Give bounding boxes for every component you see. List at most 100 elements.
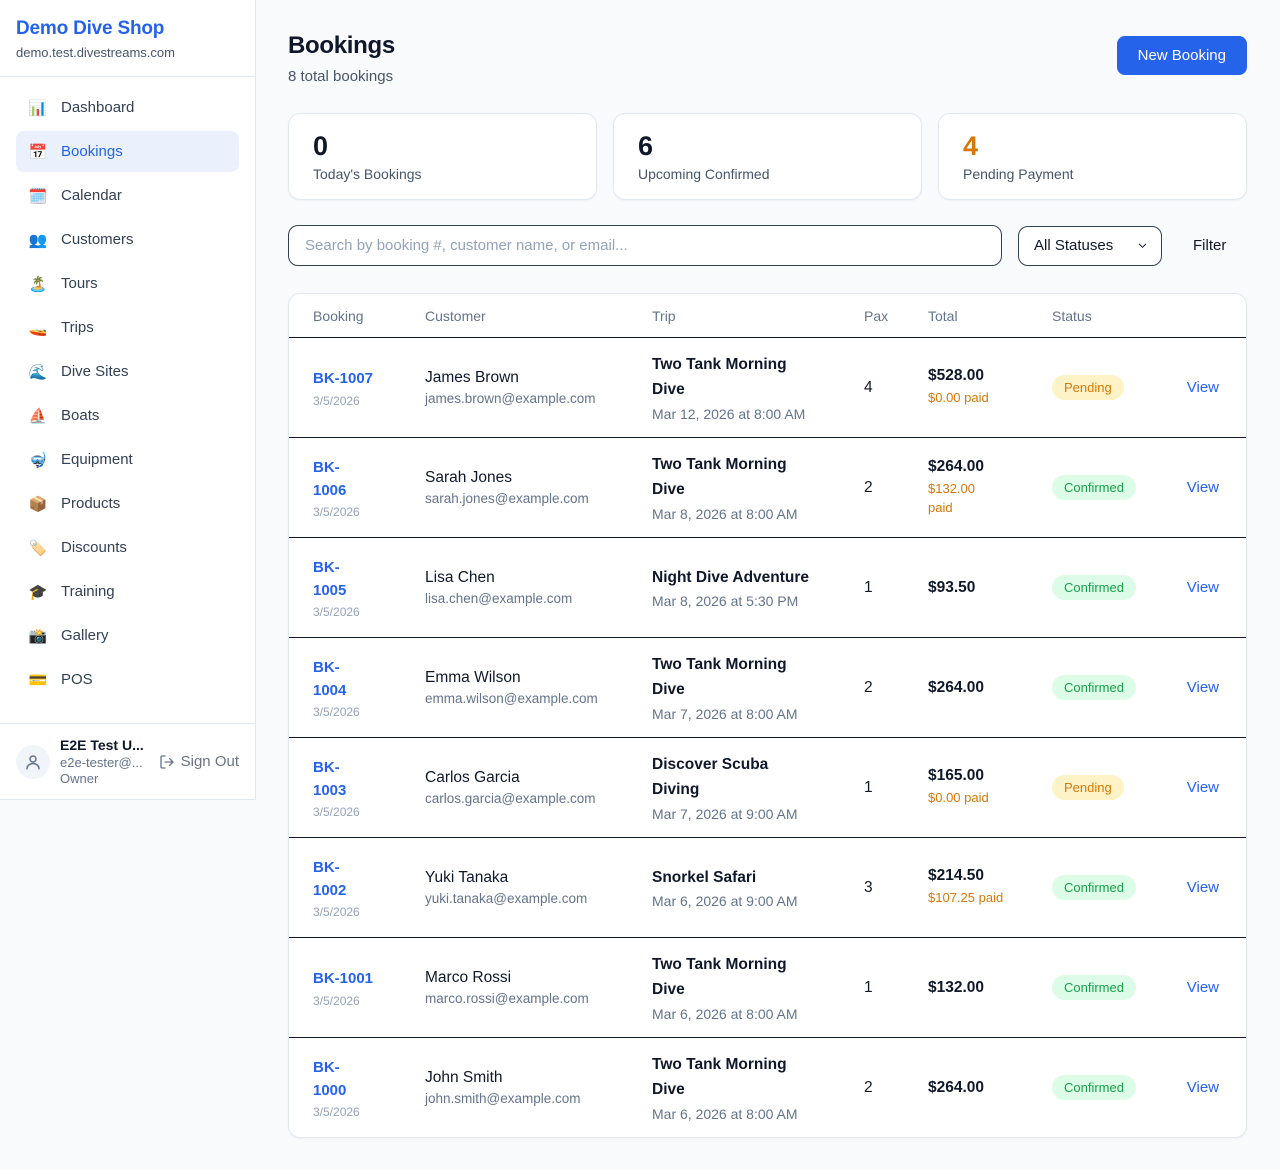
view-link[interactable]: View: [1187, 379, 1219, 396]
sidebar-item-gallery[interactable]: 📸 Gallery: [16, 615, 239, 656]
status-cell: Confirmed: [1052, 875, 1170, 900]
search-input[interactable]: [288, 225, 1002, 266]
sidebar-item-label: Gallery: [61, 627, 109, 644]
total-amount: $132.00: [928, 979, 1040, 997]
status-cell: Confirmed: [1052, 575, 1170, 600]
sidebar-user-section: E2E Test U... e2e-tester@... Owner Sign …: [0, 723, 255, 799]
sidebar: Demo Dive Shop demo.test.divestreams.com…: [0, 0, 256, 800]
sidebar-item-boats[interactable]: ⛵ Boats: [16, 395, 239, 436]
booking-date: 3/5/2026: [313, 505, 413, 519]
actions-cell: View: [1182, 479, 1222, 497]
total-amount: $528.00: [928, 367, 1040, 385]
status-cell: Confirmed: [1052, 475, 1170, 500]
status-cell: Confirmed: [1052, 1075, 1170, 1100]
sidebar-item-training[interactable]: 🎓 Training: [16, 571, 239, 612]
trip-name: Discover Scuba Diving: [652, 753, 852, 803]
column-header-total: Total: [928, 308, 1040, 324]
sailboat-icon: ⛵: [28, 407, 48, 425]
booking-date: 3/5/2026: [313, 605, 413, 619]
status-badge: Confirmed: [1052, 1075, 1136, 1100]
sidebar-item-pos[interactable]: 💳 POS: [16, 659, 239, 700]
amount-paid: $0.00 paid: [928, 389, 1040, 407]
page-subtitle: 8 total bookings: [288, 68, 395, 85]
booking-number-link[interactable]: BK-1007: [313, 367, 413, 390]
stat-value: 4: [963, 131, 1222, 162]
booking-date: 3/5/2026: [313, 905, 413, 919]
trip-name: Two Tank Morning Dive: [652, 453, 852, 503]
bookings-calendar-icon: 📅: [28, 143, 48, 161]
avatar: [16, 745, 50, 779]
sign-out-label: Sign Out: [181, 753, 239, 770]
amount-paid: $132.00 paid: [928, 480, 1040, 516]
booking-cell: BK-1007 3/5/2026: [313, 367, 413, 407]
view-link[interactable]: View: [1187, 479, 1219, 496]
booking-number-link[interactable]: BK- 1002: [313, 856, 413, 903]
sidebar-item-bookings[interactable]: 📅 Bookings: [16, 131, 239, 172]
view-link[interactable]: View: [1187, 679, 1219, 696]
bookings-table: Booking Customer Trip Pax Total Status B…: [288, 293, 1247, 1138]
view-link[interactable]: View: [1187, 979, 1219, 996]
sidebar-item-calendar[interactable]: 🗓️ Calendar: [16, 175, 239, 216]
page-header: Bookings 8 total bookings New Booking: [288, 32, 1247, 85]
shop-domain: demo.test.divestreams.com: [16, 45, 239, 60]
sidebar-item-trips[interactable]: 🚤 Trips: [16, 307, 239, 348]
sidebar-item-products[interactable]: 📦 Products: [16, 483, 239, 524]
view-link[interactable]: View: [1187, 1079, 1219, 1096]
stat-value: 6: [638, 131, 897, 162]
customer-email: emma.wilson@example.com: [425, 691, 640, 706]
sidebar-item-dive-sites[interactable]: 🌊 Dive Sites: [16, 351, 239, 392]
booking-number-link[interactable]: BK- 1000: [313, 1056, 413, 1103]
view-link[interactable]: View: [1187, 579, 1219, 596]
status-cell: Pending: [1052, 775, 1170, 800]
booking-number-link[interactable]: BK- 1005: [313, 556, 413, 603]
sign-out-icon: [159, 754, 175, 770]
column-header-customer: Customer: [425, 308, 640, 324]
status-filter-value: All Statuses: [1034, 237, 1113, 254]
total-cell: $264.00: [928, 679, 1040, 697]
customer-cell: Emma Wilson emma.wilson@example.com: [425, 669, 640, 706]
sidebar-item-dashboard[interactable]: 📊 Dashboard: [16, 87, 239, 128]
status-filter-select[interactable]: All Statuses: [1018, 226, 1162, 266]
stat-label: Today's Bookings: [313, 166, 572, 182]
column-header-booking: Booking: [313, 308, 413, 324]
sign-out-button[interactable]: Sign Out: [159, 753, 239, 770]
customer-cell: James Brown james.brown@example.com: [425, 369, 640, 406]
status-cell: Pending: [1052, 375, 1170, 400]
booking-number-link[interactable]: BK-1001: [313, 967, 413, 990]
new-booking-button[interactable]: New Booking: [1117, 36, 1247, 75]
customer-email: marco.rossi@example.com: [425, 991, 640, 1006]
stat-card-todays-bookings: 0 Today's Bookings: [288, 113, 597, 200]
table-row: BK- 1002 3/5/2026 Yuki Tanaka yuki.tanak…: [289, 837, 1246, 937]
customer-name: Marco Rossi: [425, 969, 640, 987]
amount-paid: $0.00 paid: [928, 789, 1040, 807]
actions-cell: View: [1182, 979, 1222, 997]
view-link[interactable]: View: [1187, 779, 1219, 796]
total-cell: $264.00: [928, 1079, 1040, 1097]
booking-date: 3/5/2026: [313, 705, 413, 719]
user-name: E2E Test U...: [60, 737, 149, 753]
trip-name: Snorkel Safari: [652, 866, 852, 891]
sidebar-item-label: Trips: [61, 319, 94, 336]
booking-number-link[interactable]: BK- 1003: [313, 756, 413, 803]
trip-name: Two Tank Morning Dive: [652, 353, 852, 403]
trip-datetime: Mar 8, 2026 at 5:30 PM: [652, 593, 852, 609]
page-title-block: Bookings 8 total bookings: [288, 32, 395, 85]
status-badge: Confirmed: [1052, 675, 1136, 700]
stat-label: Upcoming Confirmed: [638, 166, 897, 182]
booking-number-link[interactable]: BK- 1006: [313, 456, 413, 503]
user-role: Owner: [60, 771, 149, 786]
trip-datetime: Mar 6, 2026 at 8:00 AM: [652, 1006, 852, 1022]
sidebar-item-discounts[interactable]: 🏷️ Discounts: [16, 527, 239, 568]
table-row: BK-1001 3/5/2026 Marco Rossi marco.rossi…: [289, 937, 1246, 1037]
booking-number-link[interactable]: BK- 1004: [313, 656, 413, 703]
sidebar-item-tours[interactable]: 🏝️ Tours: [16, 263, 239, 304]
sidebar-item-equipment[interactable]: 🤿 Equipment: [16, 439, 239, 480]
actions-cell: View: [1182, 379, 1222, 397]
view-link[interactable]: View: [1187, 879, 1219, 896]
filter-button[interactable]: Filter: [1193, 237, 1226, 254]
sidebar-item-customers[interactable]: 👥 Customers: [16, 219, 239, 260]
sidebar-item-label: Discounts: [61, 539, 127, 556]
shop-title: Demo Dive Shop: [16, 18, 239, 40]
status-badge: Confirmed: [1052, 875, 1136, 900]
booking-date: 3/5/2026: [313, 994, 413, 1008]
